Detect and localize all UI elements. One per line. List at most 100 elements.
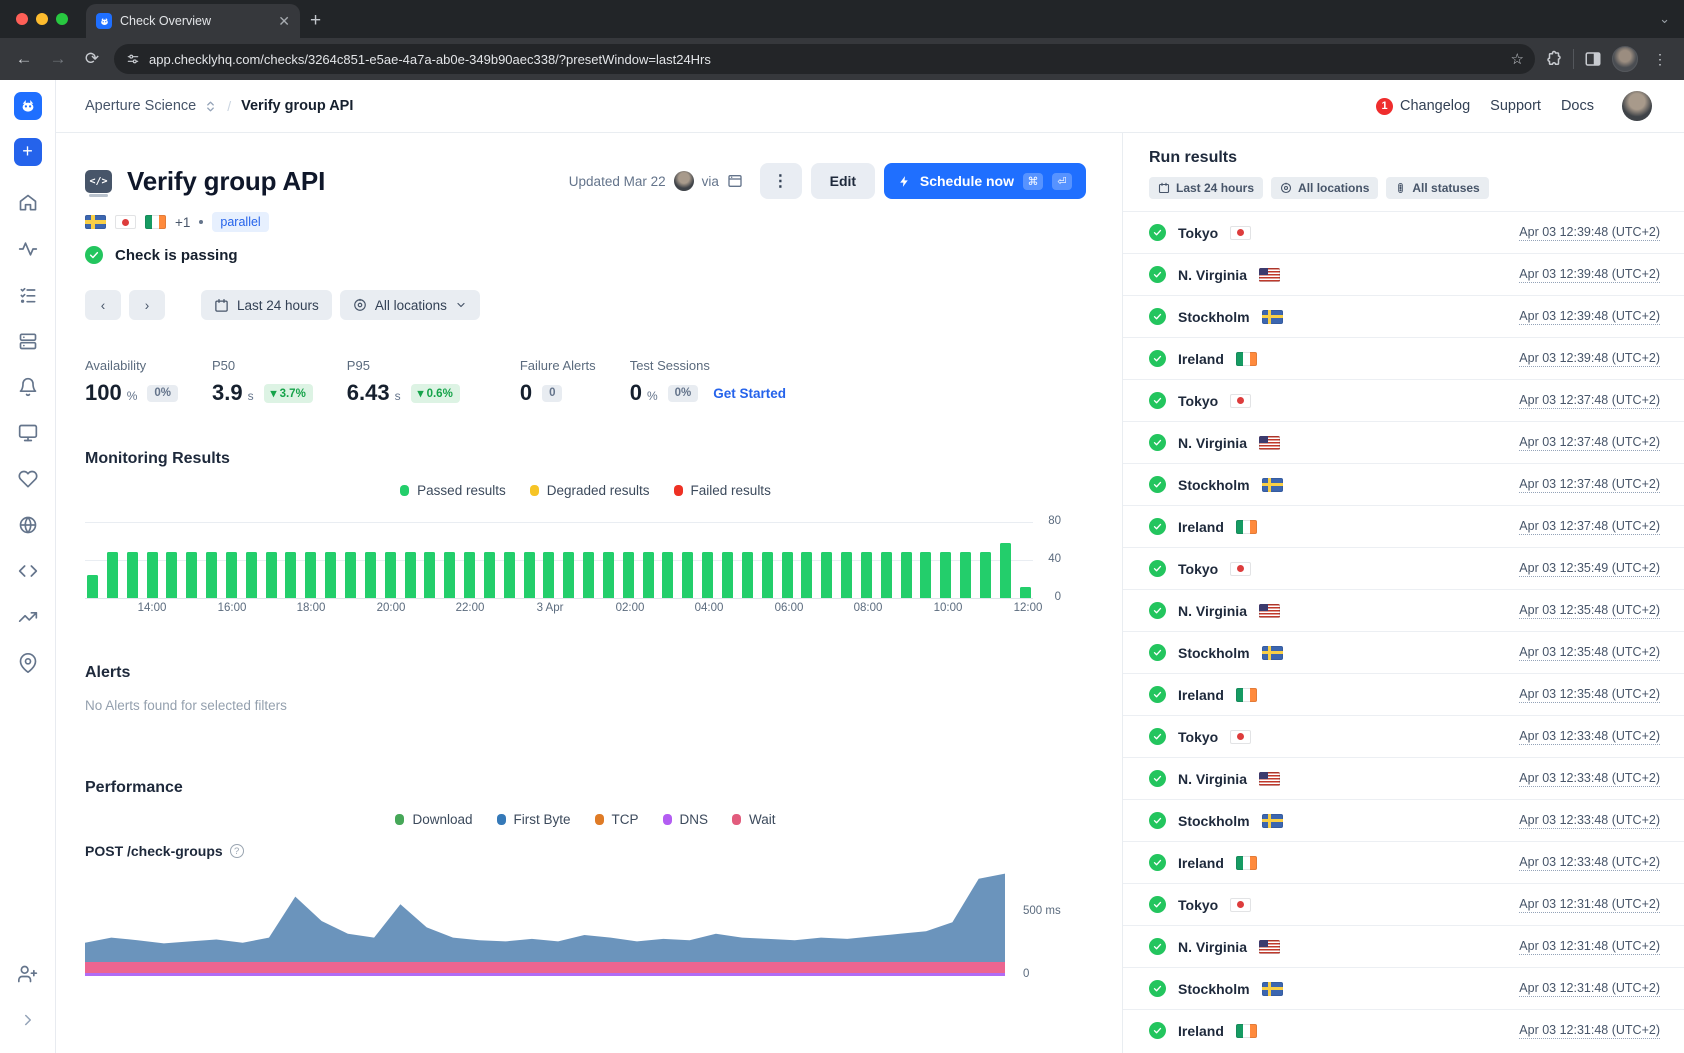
checkly-logo[interactable] — [14, 92, 42, 120]
run-timestamp-link[interactable]: Apr 03 12:37:48 (UTC+2) — [1519, 519, 1660, 535]
run-result-row[interactable]: Ireland Apr 03 12:37:48 (UTC+2) — [1123, 505, 1684, 547]
activity-icon[interactable] — [8, 226, 48, 272]
url-text[interactable]: app.checklyhq.com/checks/3264c851-e5ae-4… — [149, 52, 1502, 67]
window-controls[interactable] — [16, 13, 68, 25]
reload-button[interactable]: ⟳ — [80, 49, 104, 69]
test-sessions-icon[interactable] — [8, 318, 48, 364]
browser-profile-avatar[interactable] — [1612, 46, 1638, 72]
more-actions-button[interactable]: ⋮ — [760, 163, 802, 199]
run-location-flag-icon — [1259, 436, 1280, 450]
run-timestamp-link[interactable]: Apr 03 12:35:49 (UTC+2) — [1519, 561, 1660, 577]
dashboards-icon[interactable] — [8, 410, 48, 456]
chip-time-range[interactable]: Last 24 hours — [1149, 177, 1263, 199]
invite-user-icon[interactable] — [8, 951, 48, 997]
run-result-row[interactable]: Stockholm Apr 03 12:35:48 (UTC+2) — [1123, 631, 1684, 673]
private-locations-globe-icon[interactable] — [8, 502, 48, 548]
account-switcher-icon[interactable] — [204, 100, 217, 113]
run-result-row[interactable]: N. Virginia Apr 03 12:39:48 (UTC+2) — [1123, 253, 1684, 295]
get-started-link[interactable]: Get Started — [713, 386, 786, 401]
extensions-icon[interactable] — [1545, 50, 1563, 68]
run-result-row[interactable]: N. Virginia Apr 03 12:35:48 (UTC+2) — [1123, 589, 1684, 631]
side-panel-icon[interactable] — [1584, 50, 1602, 68]
run-result-row[interactable]: Stockholm Apr 03 12:39:48 (UTC+2) — [1123, 295, 1684, 337]
analytics-chart-icon[interactable] — [8, 594, 48, 640]
changelog-link[interactable]: 1 Changelog — [1376, 98, 1470, 115]
time-range-filter[interactable]: Last 24 hours — [201, 290, 332, 320]
run-result-row[interactable]: N. Virginia Apr 03 12:31:48 (UTC+2) — [1123, 925, 1684, 967]
run-timestamp-link[interactable]: Apr 03 12:37:48 (UTC+2) — [1519, 435, 1660, 451]
run-result-row[interactable]: Stockholm Apr 03 12:37:48 (UTC+2) — [1123, 463, 1684, 505]
result-bar — [980, 552, 991, 598]
run-result-row[interactable]: Ireland Apr 03 12:33:48 (UTC+2) — [1123, 841, 1684, 883]
edit-button[interactable]: Edit — [811, 163, 875, 199]
prev-range-button[interactable]: ‹ — [85, 290, 121, 320]
breadcrumb-account[interactable]: Aperture Science — [85, 98, 196, 114]
run-result-row[interactable]: Stockholm Apr 03 12:33:48 (UTC+2) — [1123, 799, 1684, 841]
support-link[interactable]: Support — [1490, 98, 1541, 114]
create-new-button[interactable]: + — [14, 138, 42, 166]
run-location-flag-icon — [1259, 268, 1280, 282]
run-result-row[interactable]: Stockholm Apr 03 12:31:48 (UTC+2) — [1123, 967, 1684, 1009]
run-result-row[interactable]: Ireland Apr 03 12:35:48 (UTC+2) — [1123, 673, 1684, 715]
collapse-sidebar-chevron-icon[interactable] — [8, 997, 48, 1043]
cli-code-icon[interactable] — [8, 548, 48, 594]
close-window-button[interactable] — [16, 13, 28, 25]
status-pages-heart-icon[interactable] — [8, 456, 48, 502]
run-result-row[interactable]: Tokyo Apr 03 12:33:48 (UTC+2) — [1123, 715, 1684, 757]
chip-statuses[interactable]: All statuses — [1386, 177, 1488, 199]
run-timestamp-link[interactable]: Apr 03 12:39:48 (UTC+2) — [1519, 351, 1660, 367]
run-location-flag-icon — [1230, 898, 1251, 912]
browser-menu-icon[interactable]: ⋮ — [1648, 51, 1672, 68]
home-icon[interactable] — [8, 180, 48, 226]
new-tab-button[interactable]: + — [310, 10, 321, 32]
run-timestamp-link[interactable]: Apr 03 12:39:48 (UTC+2) — [1519, 225, 1660, 241]
help-icon[interactable]: ? — [230, 844, 244, 858]
run-timestamp-link[interactable]: Apr 03 12:37:48 (UTC+2) — [1519, 477, 1660, 493]
run-result-row[interactable]: Tokyo Apr 03 12:31:48 (UTC+2) — [1123, 883, 1684, 925]
tab-close-icon[interactable]: ✕ — [278, 13, 290, 30]
failure-alerts-badge: 0 — [542, 385, 562, 402]
user-avatar[interactable] — [1622, 91, 1652, 121]
minimize-window-button[interactable] — [36, 13, 48, 25]
run-timestamp-link[interactable]: Apr 03 12:31:48 (UTC+2) — [1519, 897, 1660, 913]
locations-filter[interactable]: All locations — [340, 290, 480, 320]
run-timestamp-link[interactable]: Apr 03 12:31:48 (UTC+2) — [1519, 1023, 1660, 1039]
forward-button[interactable]: → — [46, 49, 70, 69]
run-timestamp-link[interactable]: Apr 03 12:35:48 (UTC+2) — [1519, 603, 1660, 619]
run-result-row[interactable]: Tokyo Apr 03 12:39:48 (UTC+2) — [1123, 211, 1684, 253]
docs-link[interactable]: Docs — [1561, 98, 1594, 114]
site-settings-icon[interactable] — [126, 52, 140, 66]
run-timestamp-link[interactable]: Apr 03 12:39:48 (UTC+2) — [1519, 267, 1660, 283]
zoom-window-button[interactable] — [56, 13, 68, 25]
run-result-row[interactable]: Tokyo Apr 03 12:37:48 (UTC+2) — [1123, 379, 1684, 421]
address-bar[interactable]: app.checklyhq.com/checks/3264c851-e5ae-4… — [114, 44, 1535, 74]
run-result-row[interactable]: Ireland Apr 03 12:39:48 (UTC+2) — [1123, 337, 1684, 379]
run-timestamp-link[interactable]: Apr 03 12:39:48 (UTC+2) — [1519, 309, 1660, 325]
locations-map-pin-icon[interactable] — [8, 640, 48, 686]
run-result-row[interactable]: Tokyo Apr 03 12:35:49 (UTC+2) — [1123, 547, 1684, 589]
alerts-bell-icon[interactable] — [8, 364, 48, 410]
run-timestamp-link[interactable]: Apr 03 12:31:48 (UTC+2) — [1519, 939, 1660, 955]
run-result-row[interactable]: N. Virginia Apr 03 12:37:48 (UTC+2) — [1123, 421, 1684, 463]
browser-tab[interactable]: Check Overview ✕ — [86, 4, 300, 38]
bookmark-star-icon[interactable]: ☆ — [1511, 50, 1524, 68]
run-result-row[interactable]: N. Virginia Apr 03 12:33:48 (UTC+2) — [1123, 757, 1684, 799]
run-timestamp-link[interactable]: Apr 03 12:37:48 (UTC+2) — [1519, 393, 1660, 409]
schedule-now-button[interactable]: Schedule now ⌘ ⏎ — [884, 163, 1086, 199]
run-timestamp-link[interactable]: Apr 03 12:35:48 (UTC+2) — [1519, 645, 1660, 661]
run-result-row[interactable]: Ireland Apr 03 12:31:48 (UTC+2) — [1123, 1009, 1684, 1051]
result-bar — [821, 552, 832, 598]
run-location: N. Virginia — [1178, 939, 1247, 955]
tab-search-chevron-icon[interactable]: ⌄ — [1659, 11, 1670, 27]
checks-list-icon[interactable] — [8, 272, 48, 318]
run-timestamp-link[interactable]: Apr 03 12:33:48 (UTC+2) — [1519, 771, 1660, 787]
chip-locations[interactable]: All locations — [1271, 177, 1378, 199]
run-timestamp-link[interactable]: Apr 03 12:35:48 (UTC+2) — [1519, 687, 1660, 703]
run-timestamp-link[interactable]: Apr 03 12:33:48 (UTC+2) — [1519, 855, 1660, 871]
updated-by-avatar[interactable] — [674, 171, 694, 191]
run-timestamp-link[interactable]: Apr 03 12:31:48 (UTC+2) — [1519, 981, 1660, 997]
next-range-button[interactable]: › — [129, 290, 165, 320]
back-button[interactable]: ← — [12, 49, 36, 69]
run-timestamp-link[interactable]: Apr 03 12:33:48 (UTC+2) — [1519, 813, 1660, 829]
run-timestamp-link[interactable]: Apr 03 12:33:48 (UTC+2) — [1519, 729, 1660, 745]
